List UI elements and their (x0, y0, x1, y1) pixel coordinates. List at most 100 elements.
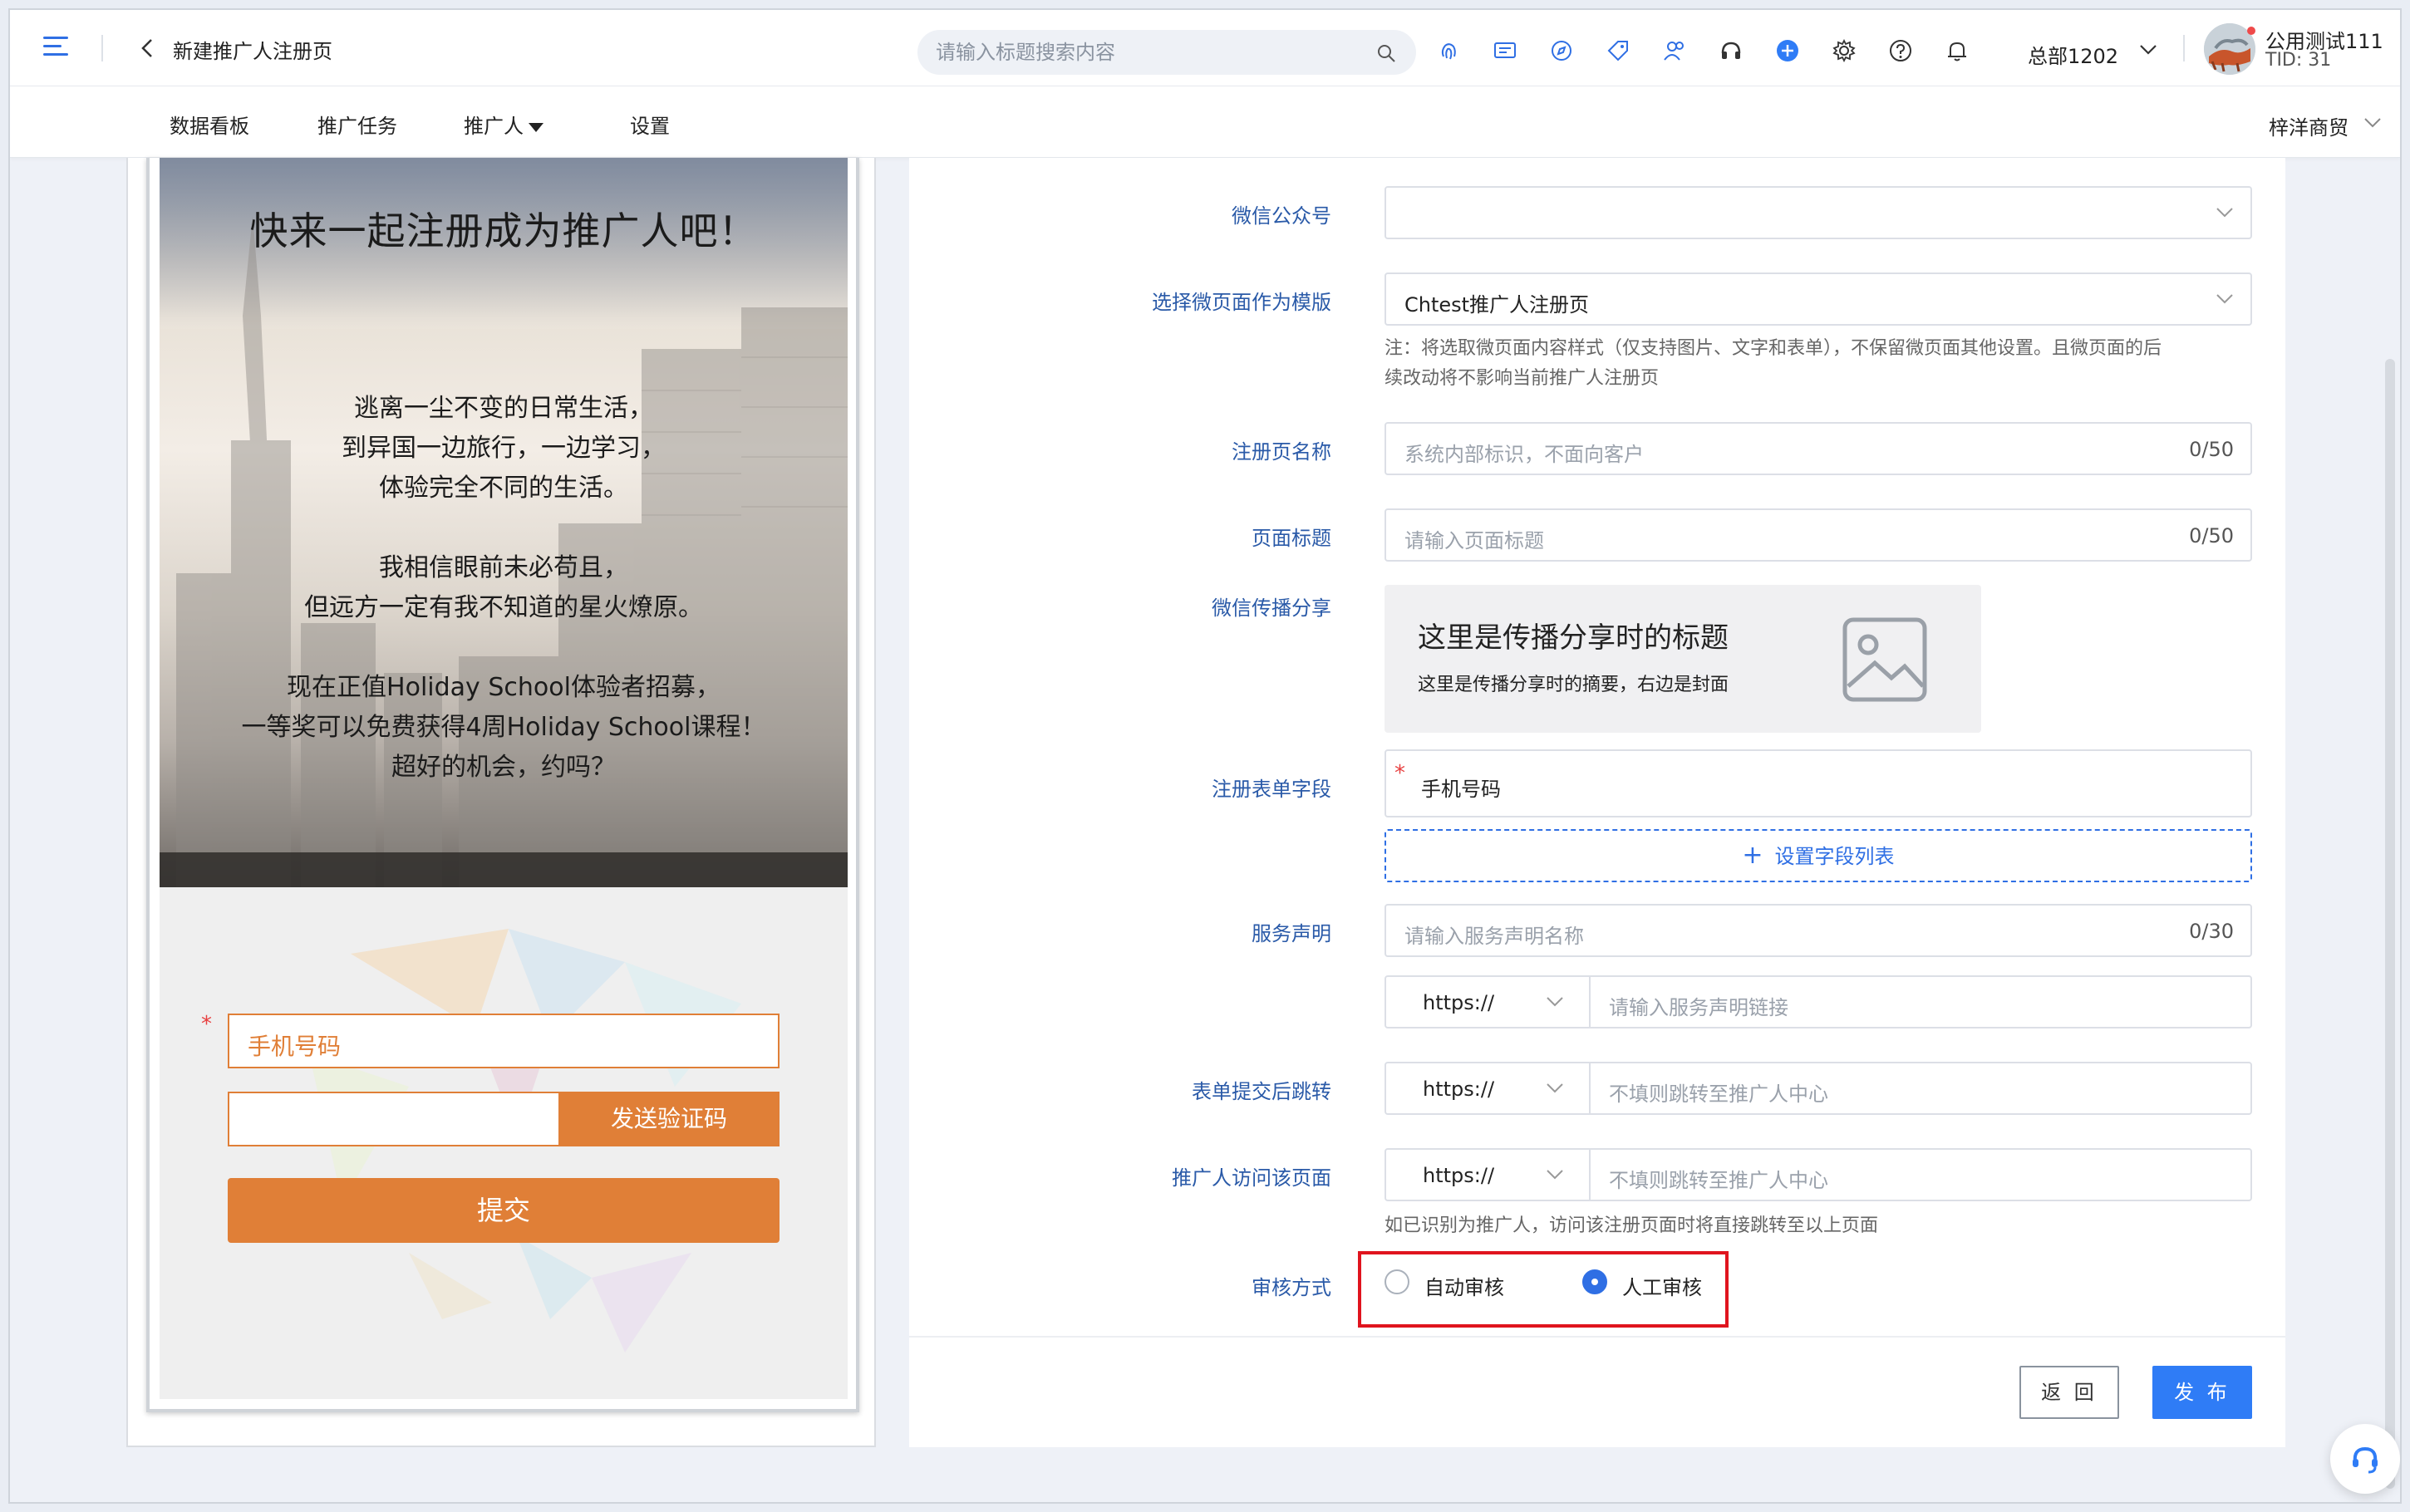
headset-icon[interactable] (1719, 38, 1744, 63)
service-link-group: https:// 请输入服务声明链接 (1385, 975, 2252, 1028)
app-window: 新建推广人注册页 总部1202 公用测试111 TID: 31 数据看板 推广任… (8, 8, 2402, 1504)
protocol-select[interactable]: https:// (1385, 1148, 1591, 1201)
search-icon[interactable] (1376, 43, 1396, 63)
publish-button[interactable]: 发 布 (2152, 1366, 2252, 1419)
share-preview-card[interactable]: 这里是传播分享时的标题 这里是传播分享时的摘要，右边是封面 (1385, 585, 1981, 733)
bell-icon[interactable] (1945, 38, 1970, 63)
org-selector-label[interactable]: 总部1202 (2028, 40, 2118, 69)
page-name-placeholder: 系统内部标识，不面向客户 (1404, 443, 1644, 466)
label-page-name: 注册页名称 (1232, 440, 1331, 464)
divider (101, 35, 103, 61)
hero-line-2: 到异国一边旅行，一边学习， (342, 434, 666, 463)
gear-icon[interactable] (1832, 38, 1857, 63)
message-icon[interactable] (1493, 38, 1517, 63)
menu-icon[interactable] (43, 37, 68, 58)
nav-item-settings[interactable]: 设置 (630, 110, 670, 139)
label-page-title: 页面标题 (1252, 527, 1331, 550)
protocol-select[interactable]: https:// (1385, 1062, 1591, 1115)
label-template: 选择微页面作为模版 (1152, 291, 1331, 314)
template-value: Chtest推广人注册页 (1404, 293, 1590, 317)
hero-line-7: 一等奖可以免费获得4周Holiday School课程！ (241, 713, 766, 742)
support-button[interactable] (2330, 1424, 2400, 1494)
nav-item-promo-tasks[interactable]: 推广任务 (317, 110, 397, 139)
hero-line-8: 超好的机会，约吗？ (391, 753, 616, 782)
phone-screen: 快来一起注册成为推广人吧！ 逃离一尘不变的日常生活， 到异国一边旅行，一边学习，… (160, 158, 848, 1399)
back-icon[interactable] (140, 38, 156, 58)
protocol-value: https:// (1423, 1164, 1495, 1187)
settings-form-card: 微信公众号 选择微页面作为模版 Chtest推广人注册页 注：将选取微页面内容样… (909, 158, 2285, 1447)
image-placeholder-icon[interactable] (1842, 616, 1928, 703)
form-field-item-label: 手机号码 (1421, 778, 1501, 801)
hero-bottom-bar (160, 852, 848, 887)
protocol-value: https:// (1423, 1078, 1495, 1101)
preview-register-form: * 手机号码 发送验证码 提交 (160, 887, 848, 1399)
promoter-visit-note: 如已识别为推广人，访问该注册页面时将直接跳转至以上页面 (1385, 1215, 1879, 1236)
preview-code-input[interactable] (228, 1092, 560, 1146)
page-title-input[interactable]: 请输入页面标题 0/50 (1385, 508, 2252, 562)
service-name-input[interactable]: 请输入服务声明名称 0/30 (1385, 904, 2252, 957)
fingerprint-icon[interactable] (1436, 38, 1461, 63)
nav-item-promoters[interactable]: 推广人 (464, 110, 543, 139)
phone-frame: 快来一起注册成为推广人吧！ 逃离一尘不变的日常生活， 到异国一边旅行，一边学习，… (146, 158, 859, 1412)
label-wechat-account: 微信公众号 (1232, 204, 1331, 228)
chevron-down-icon (1547, 1170, 1563, 1180)
preview-submit-button[interactable]: 提交 (228, 1178, 780, 1243)
share-title: 这里是传播分享时的标题 (1418, 621, 1729, 655)
scrollbar[interactable] (2385, 359, 2395, 1489)
support-headset-icon (2353, 1446, 2378, 1474)
protocol-select[interactable]: https:// (1385, 975, 1591, 1028)
mobile-preview-card: 快来一起注册成为推广人吧！ 逃离一尘不变的日常生活， 到异国一边旅行，一边学习，… (126, 158, 876, 1447)
divider (909, 1336, 2285, 1338)
hero-line-3: 体验完全不同的生活。 (379, 474, 628, 503)
hero-line-1: 逃离一尘不变的日常生活， (354, 394, 653, 423)
protocol-value: https:// (1423, 991, 1495, 1014)
preview-phone-placeholder: 手机号码 (248, 1033, 342, 1060)
set-field-list-button[interactable]: + 设置字段列表 (1385, 829, 2252, 882)
required-mark: * (201, 1012, 212, 1037)
redirect-after-submit-group: https:// 不填则跳转至推广人中心 (1385, 1062, 2252, 1115)
template-note-line-2: 续改动将不影响当前推广人注册页 (1385, 368, 1660, 389)
send-code-button[interactable]: 发送验证码 (558, 1092, 780, 1146)
char-counter: 0/50 (2189, 438, 2234, 461)
wechat-account-select[interactable] (1385, 186, 2252, 239)
divider (2183, 35, 2185, 61)
form-field-item[interactable]: * 手机号码 (1385, 749, 2252, 817)
tag-icon[interactable] (1606, 38, 1630, 63)
label-wechat-share: 微信传播分享 (1212, 596, 1331, 620)
back-button[interactable]: 返 回 (2019, 1366, 2119, 1419)
promoter-visit-placeholder: 不填则跳转至推广人中心 (1609, 1169, 1828, 1192)
char-counter: 0/50 (2189, 524, 2234, 547)
review-highlight-box (1358, 1251, 1729, 1328)
page-title: 新建推广人注册页 (173, 40, 332, 63)
plus-circle-icon[interactable] (1775, 38, 1800, 63)
redirect-after-submit-input[interactable]: 不填则跳转至推广人中心 (1589, 1062, 2252, 1115)
set-field-list-label: 设置字段列表 (1774, 845, 1895, 868)
label-redirect-after-submit: 表单提交后跳转 (1192, 1080, 1331, 1103)
chevron-down-icon[interactable] (2139, 43, 2157, 56)
label-service-statement: 服务声明 (1252, 922, 1331, 945)
service-link-placeholder: 请输入服务声明链接 (1609, 996, 1788, 1019)
preview-phone-input[interactable]: 手机号码 (228, 1014, 780, 1068)
users-icon[interactable] (1662, 38, 1687, 63)
chevron-down-icon (1547, 1083, 1563, 1093)
page-name-input[interactable]: 系统内部标识，不面向客户 0/50 (1385, 422, 2252, 475)
shop-selector-label[interactable]: 梓洋商贸 (2269, 111, 2349, 140)
search-input[interactable] (936, 30, 1368, 75)
chevron-down-icon (1547, 997, 1563, 1007)
search-bar[interactable] (917, 30, 1416, 75)
redirect-placeholder: 不填则跳转至推广人中心 (1609, 1082, 1828, 1106)
promoter-visit-input[interactable]: 不填则跳转至推广人中心 (1589, 1148, 2252, 1201)
required-mark: * (1394, 761, 1405, 786)
compass-icon[interactable] (1549, 38, 1574, 63)
service-link-input[interactable]: 请输入服务声明链接 (1589, 975, 2252, 1028)
chevron-down-icon (2216, 208, 2233, 218)
label-form-fields: 注册表单字段 (1212, 778, 1331, 801)
hero-banner: 快来一起注册成为推广人吧！ 逃离一尘不变的日常生活， 到异国一边旅行，一边学习，… (160, 158, 848, 887)
service-name-placeholder: 请输入服务声明名称 (1404, 925, 1584, 948)
page-title-placeholder: 请输入页面标题 (1404, 529, 1544, 552)
nav-item-dashboard[interactable]: 数据看板 (170, 110, 249, 139)
caret-down-icon (529, 122, 543, 132)
chevron-down-icon[interactable] (2363, 116, 2382, 130)
template-select[interactable]: Chtest推广人注册页 (1385, 272, 2252, 326)
help-icon[interactable] (1888, 38, 1913, 63)
